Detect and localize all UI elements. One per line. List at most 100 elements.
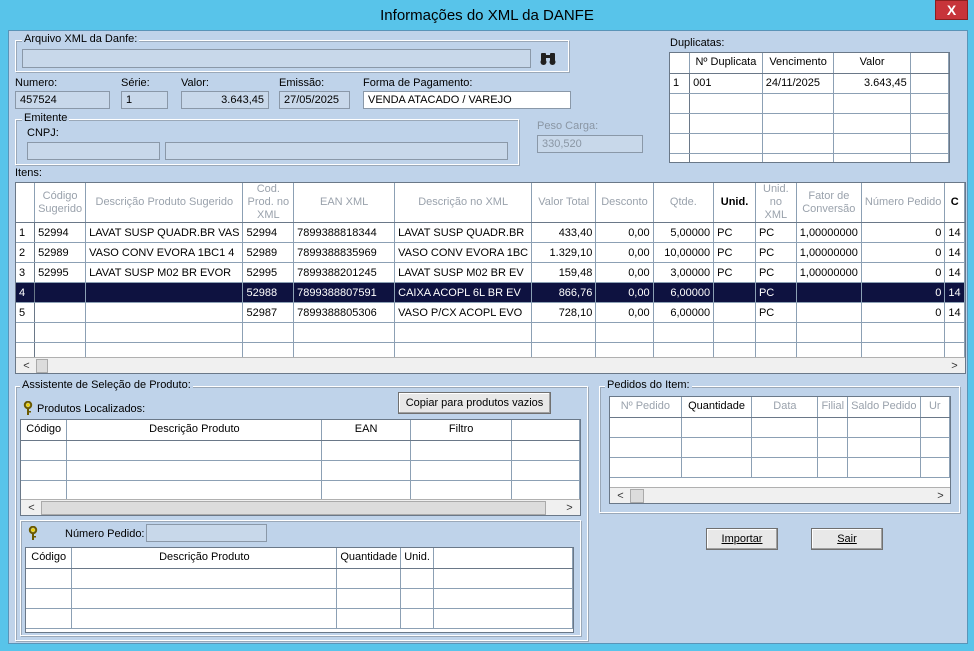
table-row[interactable] <box>16 322 965 343</box>
pedidos-hscrollbar[interactable]: < > <box>610 487 950 503</box>
table-row[interactable] <box>21 440 580 461</box>
table-row[interactable] <box>26 568 573 589</box>
pi-col-data[interactable]: Data <box>751 397 819 418</box>
table-row[interactable] <box>670 153 949 162</box>
close-button[interactable]: X <box>935 0 968 20</box>
col-ean-xml[interactable]: EAN XML <box>293 183 396 223</box>
table-row[interactable] <box>610 437 950 458</box>
ped-col-unid[interactable]: Unid. <box>400 548 434 569</box>
pedido-produtos-grid[interactable]: Código Descrição Produto Quantidade Unid… <box>25 547 574 633</box>
arquivo-legend: Arquivo XML da Danfe: <box>22 33 140 45</box>
pi-col-numero[interactable]: Nº Pedido <box>610 397 682 418</box>
binoculars-icon[interactable] <box>538 49 558 67</box>
prod-col-codigo[interactable]: Código <box>21 420 68 441</box>
cell <box>762 133 835 154</box>
scroll-left-icon[interactable]: < <box>23 500 40 515</box>
item-codxml: 52994 <box>242 222 295 243</box>
col-extra[interactable]: C <box>944 183 965 223</box>
produtos-hscrollbar[interactable]: < > <box>21 499 580 515</box>
scroll-right-icon[interactable]: > <box>561 500 578 515</box>
emissao-label: Emissão: <box>279 77 325 89</box>
cell <box>681 457 753 478</box>
table-row[interactable]: 5 52987 7899388805306 VASO P/CX ACOPL EVO 72… <box>16 302 965 323</box>
col-numero-pedido[interactable]: Número Pedido <box>861 183 946 223</box>
prod-col-filtro[interactable]: Filtro <box>410 420 513 441</box>
table-row[interactable]: 2 52989 VASO CONV EVORA 1BC1 4 52989 7899388… <box>16 242 965 263</box>
table-row[interactable] <box>26 608 573 629</box>
table-row[interactable] <box>26 588 573 609</box>
numero-pedido-input[interactable] <box>146 524 267 542</box>
item-pedido: 0 <box>861 222 946 243</box>
cell <box>410 440 513 461</box>
col-unid[interactable]: Unid. <box>713 183 756 223</box>
table-row[interactable]: 1 52994 LAVAT SUSP QUADR.BR VAS 52994 789938… <box>16 222 965 243</box>
table-row[interactable] <box>670 133 949 154</box>
sair-button[interactable]: Sair <box>811 528 883 550</box>
forma-field[interactable]: VENDA ATACADO / VAREJO <box>363 91 571 109</box>
dup-col-num[interactable]: Nº Duplicata <box>689 53 763 74</box>
ped-col-descricao[interactable]: Descrição Produto <box>71 548 338 569</box>
scroll-left-icon[interactable]: < <box>612 488 629 503</box>
pi-col-filial[interactable]: Filial <box>817 397 849 418</box>
col-desconto[interactable]: Desconto <box>595 183 654 223</box>
pi-col-ur[interactable]: Ur <box>920 397 950 418</box>
col-cod-xml[interactable]: Cod. Prod. no XML <box>242 183 295 223</box>
col-qtde[interactable]: Qtde. <box>653 183 715 223</box>
item-fator <box>796 302 862 323</box>
row-indicator: 3 <box>16 262 36 283</box>
duplicatas-grid[interactable]: Nº Duplicata Vencimento Valor 1 001 24/1… <box>669 52 950 163</box>
cell <box>681 417 753 438</box>
prod-col-descricao[interactable]: Descrição Produto <box>66 420 323 441</box>
table-row[interactable]: 1 001 24/11/2025 3.643,45 <box>670 73 949 94</box>
arquivo-input[interactable] <box>22 49 531 68</box>
table-row[interactable] <box>21 460 580 481</box>
scroll-left-icon[interactable]: < <box>18 358 35 373</box>
dup-col-valor[interactable]: Valor <box>833 53 911 74</box>
cell <box>321 460 411 481</box>
item-total: 866,76 <box>531 282 597 303</box>
prod-col-ean[interactable]: EAN <box>321 420 411 441</box>
pedidos-grid[interactable]: Nº Pedido Quantidade Data Filial Saldo P… <box>609 396 951 504</box>
scroll-right-icon[interactable]: > <box>946 358 963 373</box>
produtos-grid[interactable]: Código Descrição Produto EAN Filtro < > <box>20 419 581 516</box>
valor-field: 3.643,45 <box>181 91 269 109</box>
table-row[interactable] <box>610 417 950 438</box>
table-row[interactable]: 4 52988 7899388807591 CAIXA ACOPL 6L BR EV 8… <box>16 282 965 303</box>
cell <box>910 73 949 94</box>
scroll-thumb[interactable] <box>630 489 644 503</box>
table-row[interactable] <box>610 457 950 478</box>
col-valor-total[interactable]: Valor Total <box>531 183 597 223</box>
peso-label: Peso Carga: <box>537 120 599 132</box>
cell <box>71 608 338 629</box>
ped-col-quantidade[interactable]: Quantidade <box>336 548 402 569</box>
cell <box>394 322 533 343</box>
col-fator[interactable]: Fator de Conversão <box>796 183 862 223</box>
cell <box>410 460 513 481</box>
item-total: 1.329,10 <box>531 242 597 263</box>
item-qtde: 6,00000 <box>653 302 715 323</box>
copiar-button[interactable]: Copiar para produtos vazios <box>398 392 551 414</box>
ped-col-codigo[interactable]: Código <box>26 548 73 569</box>
table-row[interactable] <box>670 113 949 134</box>
col-descricao-sugerido[interactable]: Descrição Produto Sugerido <box>85 183 244 223</box>
table-row[interactable] <box>21 480 580 501</box>
item-fator: 1,00000000 <box>796 242 862 263</box>
col-unid-xml[interactable]: Unid. no XML <box>755 183 797 223</box>
cell <box>713 322 756 343</box>
scroll-right-icon[interactable]: > <box>932 488 949 503</box>
scroll-thumb[interactable] <box>41 501 546 515</box>
pi-col-saldo[interactable]: Saldo Pedido <box>847 397 921 418</box>
col-codigo-sugerido[interactable]: Código Sugerido <box>34 183 87 223</box>
itens-grid[interactable]: Código Sugerido Descrição Produto Sugeri… <box>15 182 966 374</box>
table-row[interactable]: 3 52995 LAVAT SUSP M02 BR EVOR 52995 7899388… <box>16 262 965 283</box>
itens-hscrollbar[interactable]: < > <box>16 357 965 373</box>
scroll-thumb[interactable] <box>36 359 48 373</box>
pedidos-legend: Pedidos do Item: <box>605 379 692 391</box>
item-descxml: LAVAT SUSP QUADR.BR <box>394 222 533 243</box>
pi-col-quantidade[interactable]: Quantidade <box>681 397 753 418</box>
importar-button[interactable]: Importar <box>706 528 778 550</box>
item-fator <box>796 282 862 303</box>
col-descricao-xml[interactable]: Descrição no XML <box>394 183 533 223</box>
dup-col-venc[interactable]: Vencimento <box>762 53 835 74</box>
table-row[interactable] <box>670 93 949 114</box>
